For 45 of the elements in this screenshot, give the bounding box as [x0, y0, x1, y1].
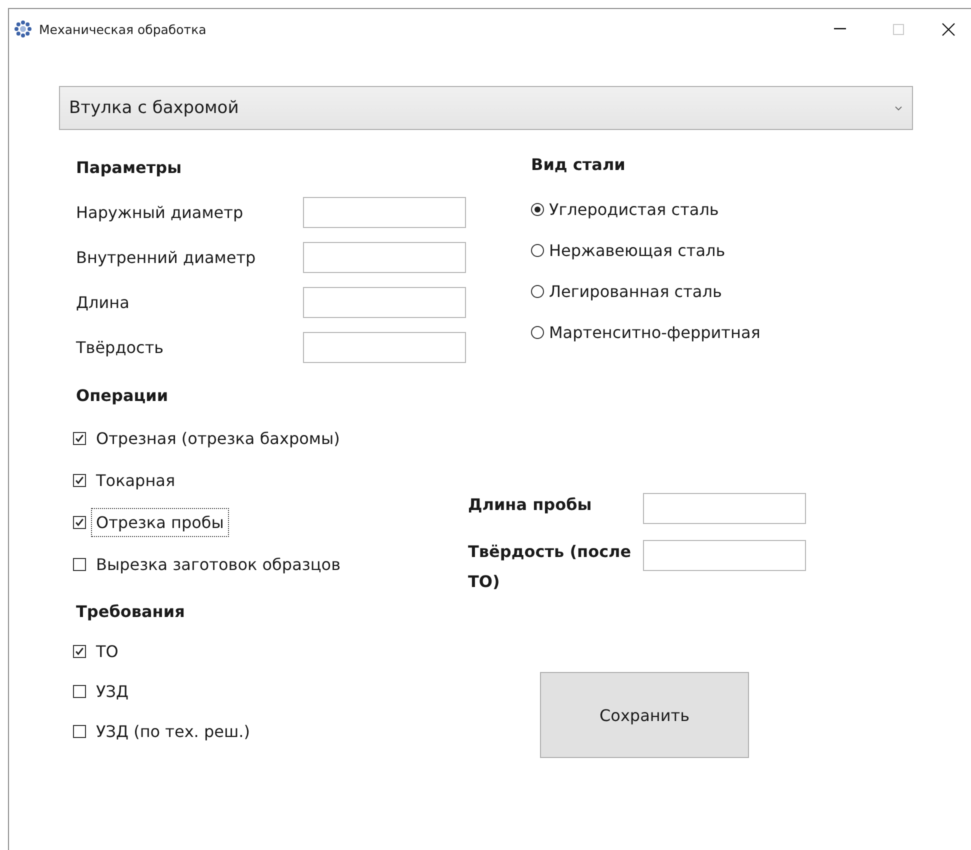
radio-label[interactable]: Углеродистая сталь: [549, 200, 719, 219]
input-field[interactable]: [303, 242, 466, 273]
input-field[interactable]: [643, 493, 806, 524]
field-label: Наружный диаметр: [76, 202, 244, 224]
radio-button[interactable]: [531, 326, 544, 339]
part-type-dropdown[interactable]: Втулка с бахромой: [59, 86, 913, 130]
app-icon: [14, 20, 32, 38]
checkbox-label[interactable]: Вырезка заготовок образцов: [91, 550, 346, 578]
field-label: Твёрдость (после ТО): [468, 541, 632, 593]
minimize-icon[interactable]: [834, 28, 846, 30]
section-heading: Параметры: [76, 157, 183, 179]
radio-label[interactable]: Мартенситно-ферритная: [549, 323, 760, 342]
checkbox[interactable]: [73, 474, 86, 486]
input-field[interactable]: [303, 287, 466, 318]
checkbox[interactable]: [73, 684, 86, 698]
checkbox[interactable]: [73, 644, 86, 658]
close-icon[interactable]: [942, 22, 954, 36]
field-label: Внутренний диаметр: [76, 246, 257, 268]
checkbox-label[interactable]: УЗД (по тех. реш.): [91, 716, 255, 746]
radio-label[interactable]: Легированная сталь: [549, 282, 722, 301]
input-field[interactable]: [643, 540, 806, 571]
input-field[interactable]: [303, 197, 466, 228]
checkbox-label[interactable]: ТО: [91, 636, 124, 666]
save-button[interactable]: Сохранить: [540, 672, 749, 758]
radio-button[interactable]: [531, 203, 544, 216]
window-title: Механическая обработка: [39, 22, 208, 36]
input-field[interactable]: [303, 332, 466, 363]
radio-button[interactable]: [531, 285, 544, 298]
radio-button[interactable]: [531, 244, 544, 257]
radio-label[interactable]: Нержавеющая сталь: [549, 241, 726, 260]
section-heading: Вид стали: [531, 154, 626, 176]
checkbox[interactable]: [73, 516, 86, 528]
field-label: Длина: [76, 292, 130, 314]
checkbox-label[interactable]: Отрезка пробы: [91, 508, 229, 536]
field-label: Длина пробы: [468, 494, 593, 516]
checkbox[interactable]: [73, 724, 86, 738]
checkbox-label[interactable]: Токарная: [91, 466, 180, 494]
field-label: Твёрдость: [76, 336, 165, 358]
checkbox-label[interactable]: Отрезная (отрезка бахромы): [91, 424, 345, 452]
section-heading: Требования: [76, 601, 186, 623]
chevron-down-icon: [895, 106, 902, 110]
section-heading: Операции: [76, 385, 170, 407]
checkbox-label[interactable]: УЗД: [91, 676, 134, 706]
checkbox[interactable]: [73, 558, 86, 570]
checkbox[interactable]: [73, 432, 86, 444]
